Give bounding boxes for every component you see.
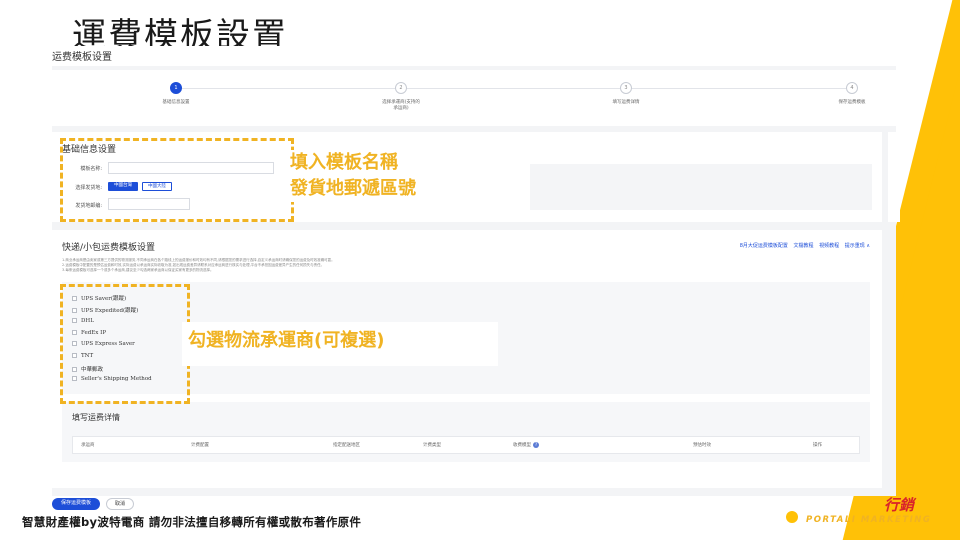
col-billing-type: 计费类型 — [423, 443, 441, 448]
step-4-label: 保存运费模板 — [838, 100, 866, 105]
col-carrier: 承运商 — [81, 443, 95, 448]
step-4[interactable]: 4 保存运费模板 — [792, 82, 912, 106]
col-fee-model: 收费模型? — [513, 442, 539, 448]
col-delivery-time: 预估时效 — [693, 443, 711, 448]
callout-line-1: 填入模板名稱 — [290, 152, 398, 173]
page-title: 运费模板设置 — [52, 52, 112, 63]
step-1-label: 基础信息設置 — [162, 100, 190, 105]
step-4-number: 4 — [846, 82, 858, 94]
page-header: 运费模板设置 — [52, 46, 896, 66]
step-3[interactable]: 3 填写运费详情 — [566, 82, 686, 106]
cancel-button[interactable]: 取消 — [106, 498, 134, 510]
details-table-header: 承运商 计费配置 指定配送地区 计费类型 收费模型? 预估时效 操作 — [72, 436, 860, 454]
brand-chinese-text: 行銷 — [884, 496, 915, 514]
step-3-label: 填写运费详情 — [612, 100, 640, 105]
step-3-number: 3 — [620, 82, 632, 94]
callout-name-postcode: 填入模板名稱 發貨地郵遞區號 — [286, 150, 420, 202]
callout-line-2: 發貨地郵遞區號 — [290, 178, 416, 199]
note-3: 3.每条运费模板可选择一个或多个承运商,建议至少勾选两家承运商以保证买家有更多的… — [62, 268, 214, 272]
col-billing-config: 计费配置 — [191, 443, 209, 448]
stepper-line — [176, 88, 856, 89]
tips-toggle-link[interactable]: 提示重现 ∧ — [845, 243, 870, 249]
step-2[interactable]: 2 选择承運商(支持的承运商) — [341, 82, 461, 112]
brand-logo-icon — [786, 511, 798, 523]
step-2-number: 2 — [395, 82, 407, 94]
copyright-notice: 智慧財產權by波特電商 請勿非法擅自移轉所有權或散布著作原件 — [22, 515, 362, 529]
info-placeholder — [530, 164, 872, 210]
help-icon[interactable]: ? — [533, 442, 539, 448]
video-tutorial-link[interactable]: 視频教程 — [819, 243, 839, 249]
doc-tutorial-link[interactable]: 文檔教程 — [794, 243, 814, 249]
callout-carriers: 勾選物流承運商(可複選) — [182, 322, 498, 366]
save-template-button[interactable]: 保存运费模板 — [52, 498, 100, 510]
shipping-notes: 1.商业承运商是由卖家或第三方提供的物流服务,不同承运商在各个路线上的运费报价和… — [62, 258, 582, 273]
col-region: 指定配送地区 — [333, 443, 360, 448]
step-1[interactable]: 1 基础信息設置 — [116, 82, 236, 106]
highlight-carriers — [60, 284, 190, 404]
highlight-name-postcode — [60, 138, 294, 222]
shipping-details-title: 填写运费详情 — [72, 413, 120, 422]
stepper: 1 基础信息設置 2 选择承運商(支持的承运商) 3 填写运费详情 4 保存运费… — [52, 70, 896, 126]
brand-name: PORTALI MARKETING — [806, 515, 932, 525]
col-actions: 操作 — [813, 443, 822, 448]
col-fee-model-label: 收费模型 — [513, 443, 531, 448]
shipping-template-title: 快递/小包运费模板设置 — [62, 243, 156, 253]
side-card — [888, 132, 900, 222]
callout-carriers-text: 勾選物流承運商(可複選) — [188, 330, 385, 351]
promo-template-link[interactable]: 8月大促运费模板配置 — [740, 243, 788, 249]
shipping-details-section: 填写运费详情 承运商 计费配置 指定配送地区 计费类型 收费模型? 预估时效 操… — [62, 402, 870, 462]
step-2-label: 选择承運商(支持的承运商) — [382, 100, 420, 111]
step-1-number: 1 — [170, 82, 182, 94]
shipping-links: 8月大促运费模板配置 文檔教程 視频教程 提示重现 ∧ — [736, 242, 870, 249]
